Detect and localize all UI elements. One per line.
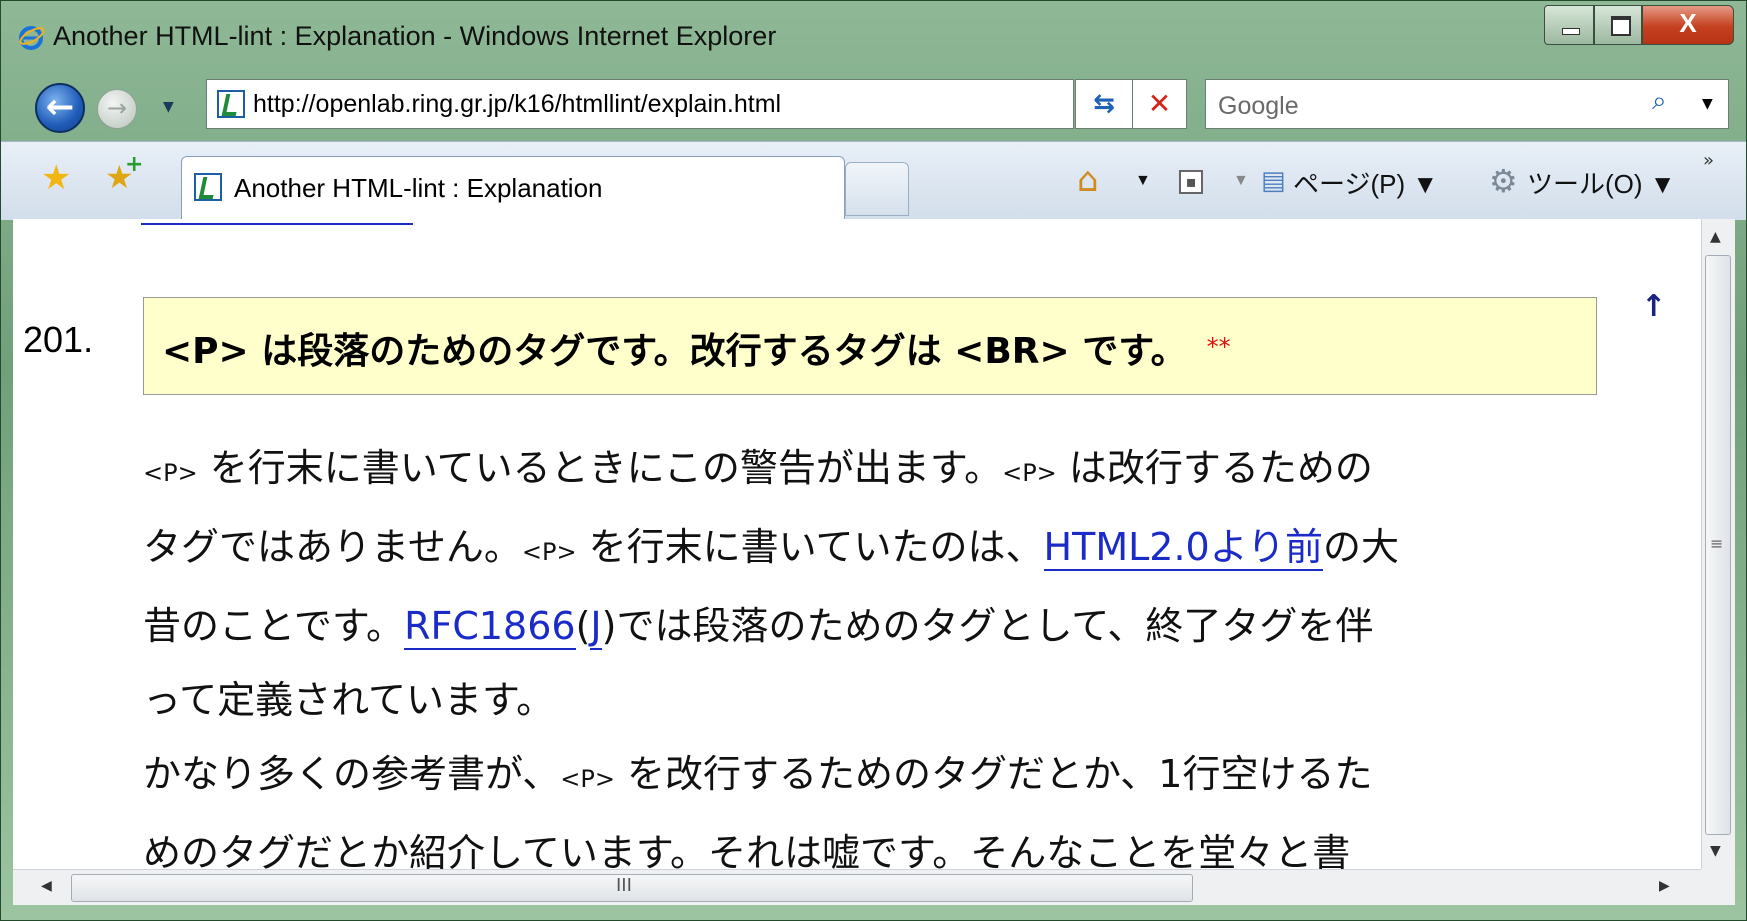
back-to-top-link[interactable]: ↑ xyxy=(1641,289,1666,324)
search-box[interactable]: Google ⌕ ▼ xyxy=(1205,79,1729,129)
forward-button[interactable]: → xyxy=(97,89,137,129)
page-menu[interactable]: ページ(P) ▼ xyxy=(1293,164,1438,201)
window-title: Another HTML-lint : Explanation - Window… xyxy=(53,21,777,51)
search-dropdown-icon[interactable]: ▼ xyxy=(1702,96,1713,112)
title-bar: Another HTML-lint : Explanation - Window… xyxy=(1,1,1746,71)
tab-favicon-icon xyxy=(194,173,222,201)
grip-icon: ≡ xyxy=(1710,534,1724,553)
minimize-button[interactable] xyxy=(1544,5,1594,45)
tab-command-bar: ★ ★ Another HTML-lint : Explanation ⌂ ▼ … xyxy=(1,141,1746,220)
text-span: を行末に書いているときにこの警告が出ます。 xyxy=(197,446,1003,490)
p-tag-code: <P> xyxy=(1002,459,1057,487)
text-line: タグではありません。<P> を行末に書いていたのは、HTML2.0より前の大 xyxy=(143,510,1701,589)
text-line: って定義されています。 xyxy=(143,678,555,722)
heading-text: <P> は段落のためのタグです。改行するタグは <BR> です。 ** xyxy=(162,322,1231,374)
text-span: の大 xyxy=(1322,525,1399,569)
chevron-more-icon[interactable]: » xyxy=(1703,150,1714,171)
text-line: めのタグだとか紹介しています。それは嘘です。そんなことを堂々と書 xyxy=(143,831,1351,869)
browser-window: Another HTML-lint : Explanation - Window… xyxy=(0,0,1747,921)
minimize-icon xyxy=(1562,28,1580,35)
rss-dropdown-icon[interactable]: ▼ xyxy=(1233,172,1249,190)
rfc1866-japanese-link[interactable]: J xyxy=(590,604,602,650)
back-button[interactable]: ← xyxy=(35,83,85,133)
close-button[interactable]: X xyxy=(1642,5,1734,45)
text-span: かなり多くの参考書が、 xyxy=(143,752,561,796)
tab-label: Another HTML-lint : Explanation xyxy=(234,173,603,203)
home-dropdown-icon[interactable]: ▼ xyxy=(1135,172,1151,190)
window-controls: X xyxy=(1544,5,1734,45)
add-favorites-icon[interactable]: ★ xyxy=(105,152,143,196)
internet-explorer-icon xyxy=(19,26,45,50)
refresh-button[interactable]: ⇆ xyxy=(1075,79,1133,129)
previous-link-underline[interactable] xyxy=(141,219,413,225)
p-tag-code: <P> xyxy=(143,459,198,487)
home-icon[interactable]: ⌂ xyxy=(1077,160,1099,200)
navigation-bar: ← → ▼ http://openlab.ring.gr.jp/k16/html… xyxy=(1,71,1746,135)
text-line: 昔のことです。RFC1866(J)では段落のためのタグとして、終了タグを伴 xyxy=(143,589,1701,663)
site-favicon-icon xyxy=(217,90,245,118)
explanation-paragraph: <P> を行末に書いているときにこの警告が出ます。<P> は改行するための タグ… xyxy=(143,431,1701,869)
page-menu-icon: ▤ xyxy=(1261,166,1286,196)
scroll-left-icon[interactable]: ◀ xyxy=(41,878,52,894)
item-number: 201. xyxy=(23,319,94,360)
horizontal-scroll-thumb[interactable]: III xyxy=(71,874,1193,902)
grip-icon: III xyxy=(616,875,632,896)
rss-feed-icon[interactable]: ▪ xyxy=(1179,170,1203,194)
gear-icon: ⚙ xyxy=(1489,162,1518,200)
text-span: ( xyxy=(575,604,591,648)
search-input[interactable]: Google xyxy=(1218,92,1299,121)
favorites-star-icon[interactable]: ★ xyxy=(41,158,71,198)
address-input[interactable]: http://openlab.ring.gr.jp/k16/htmllint/e… xyxy=(253,90,781,119)
history-dropdown-icon[interactable]: ▼ xyxy=(163,99,174,115)
vertical-scrollbar[interactable]: ▲ ≡ ▼ xyxy=(1701,219,1735,869)
rfc1866-link[interactable]: RFC1866 xyxy=(404,604,576,650)
scroll-down-icon[interactable]: ▼ xyxy=(1710,843,1721,859)
explanation-heading: <P> は段落のためのタグです。改行するタグは <BR> です。 ** xyxy=(143,297,1597,395)
tools-menu[interactable]: ツール(O) ▼ xyxy=(1527,164,1676,201)
p-tag-code: <P> xyxy=(521,538,577,566)
text-span: 昔のことです。 xyxy=(143,604,405,648)
html20-link[interactable]: HTML2.0より前 xyxy=(1043,525,1323,571)
p-tag-code: <P> xyxy=(560,765,615,793)
new-tab-button[interactable] xyxy=(845,162,909,216)
close-icon: X xyxy=(1679,8,1697,38)
page-content: 201. <P> は段落のためのタグです。改行するタグは <BR> です。 ** … xyxy=(13,219,1701,869)
maximize-button[interactable] xyxy=(1594,5,1642,45)
text-span: を改行するためのタグだとか、1行空けるた xyxy=(614,752,1373,796)
tab-active[interactable]: Another HTML-lint : Explanation xyxy=(181,156,845,220)
vertical-scroll-thumb[interactable]: ≡ xyxy=(1705,255,1731,835)
heading-title: <P> は段落のためのタグです。改行するタグは <BR> です。 xyxy=(162,331,1187,372)
maximize-icon xyxy=(1611,16,1631,36)
text-span: タグではありません。 xyxy=(143,525,522,569)
scroll-right-icon[interactable]: ▶ xyxy=(1659,878,1670,894)
horizontal-scrollbar[interactable]: ◀ III ▶ xyxy=(13,869,1701,905)
text-line: <P> を行末に書いているときにこの警告が出ます。<P> は改行するための xyxy=(143,431,1701,510)
text-span: )では段落のためのタグとして、終了タグを伴 xyxy=(601,604,1374,648)
scroll-up-icon[interactable]: ▲ xyxy=(1710,229,1721,245)
severity-stars: ** xyxy=(1206,333,1231,361)
stop-button[interactable]: ✕ xyxy=(1132,79,1187,129)
text-span: は改行するための xyxy=(1056,446,1373,490)
text-line: かなり多くの参考書が、<P> を改行するためのタグだとか、1行空けるた xyxy=(143,737,1701,816)
search-icon[interactable]: ⌕ xyxy=(1652,86,1667,117)
address-bar[interactable]: http://openlab.ring.gr.jp/k16/htmllint/e… xyxy=(206,79,1264,129)
scrollbar-corner xyxy=(1701,869,1735,905)
text-span: を行末に書いていたのは、 xyxy=(576,525,1044,569)
